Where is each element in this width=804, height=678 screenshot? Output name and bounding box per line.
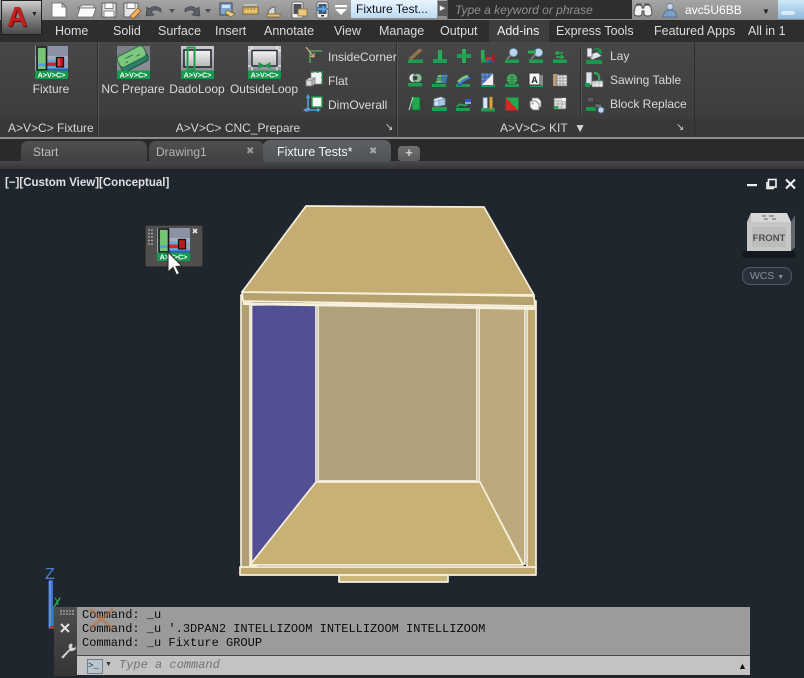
svg-text:A>V>C>: A>V>C> [120,71,148,80]
svg-text:Flat: Flat [328,74,349,88]
svg-text:Block Replace: Block Replace [610,97,687,111]
svg-text:InsideCorner: InsideCorner [328,50,397,64]
svg-text:FRONT: FRONT [753,233,786,244]
svg-text:Lay: Lay [610,49,629,63]
svg-text:A>V>C>: A>V>C> [184,71,212,80]
svg-text:OutsideLoop: OutsideLoop [230,82,298,96]
svg-text:A>V>C>: A>V>C> [251,71,279,80]
svg-text:NC Prepare: NC Prepare [101,82,165,96]
svg-text:A: A [531,75,538,85]
svg-text:Sawing Table: Sawing Table [610,73,681,87]
svg-text:Fixture: Fixture [33,82,70,96]
svg-text:DadoLoop: DadoLoop [169,82,225,96]
svg-text:DimOverall: DimOverall [328,98,387,112]
